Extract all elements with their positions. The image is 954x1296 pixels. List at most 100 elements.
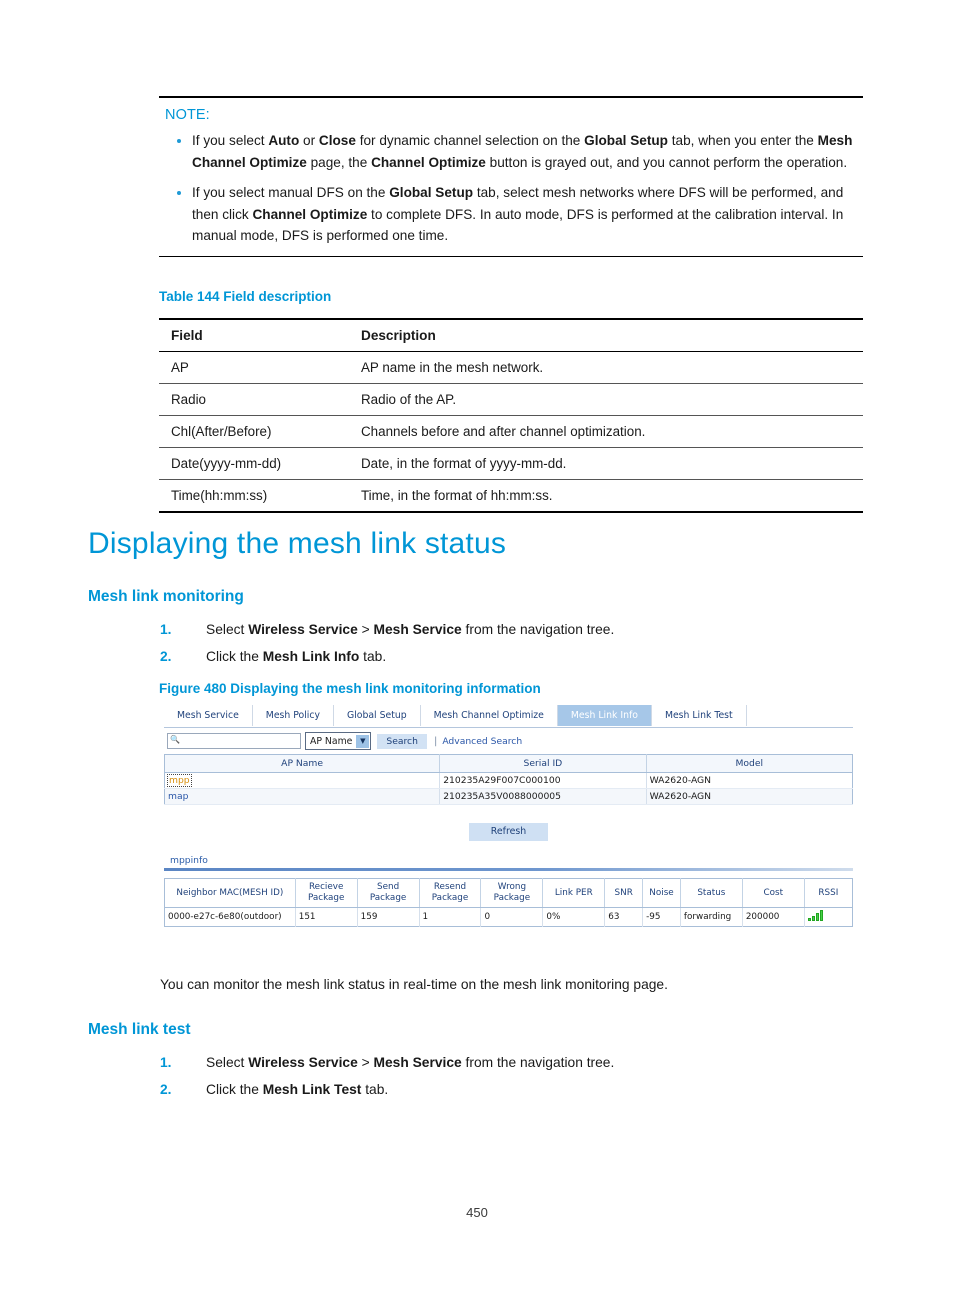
table-caption: Table 144 Field description — [159, 289, 332, 304]
search-input[interactable]: 🔍 — [167, 733, 301, 749]
plain-text: Select — [206, 622, 249, 637]
tab-mesh-channel-optimize[interactable]: Mesh Channel Optimize — [420, 705, 558, 726]
ap-list-table: AP Name Serial ID Model mpp 210235A29F007… — [164, 754, 853, 805]
ap-table-header-row: AP Name Serial ID Model — [164, 754, 853, 773]
cell-link-per: 0% — [542, 907, 606, 927]
table-row: Date(yyyy-mm-dd) Date, in the format of y… — [159, 447, 863, 480]
search-button[interactable]: Search — [377, 733, 427, 749]
cell-field: Time(hh:mm:ss) — [159, 479, 349, 513]
column-header-field: Field — [159, 318, 349, 352]
cell-send-package: 159 — [357, 907, 420, 927]
column-header-resend-package[interactable]: Resend Package — [419, 878, 482, 908]
emphasis-text: Channel Optimize — [371, 154, 486, 170]
table-row: map 210235A35V0088000005 WA2620-AGN — [164, 788, 853, 805]
table-row: Radio Radio of the AP. — [159, 383, 863, 416]
step-item-monitoring-2: 2. Click the Mesh Link Info tab. — [160, 647, 860, 667]
column-header-wrong-package[interactable]: Wrong Package — [480, 878, 544, 908]
column-header-ap-name[interactable]: AP Name — [164, 754, 441, 773]
ap-name-link[interactable]: map — [168, 791, 188, 802]
column-header-snr[interactable]: SNR — [604, 878, 644, 908]
toolbar-separator: | — [433, 735, 438, 747]
cell-ap-name: map — [164, 788, 441, 805]
cell-field: Chl(After/Before) — [159, 415, 349, 448]
search-field-select-value: AP Name — [310, 735, 353, 747]
cell-noise: -95 — [642, 907, 681, 927]
cell-serial-id: 210235A29F007C000100 — [439, 772, 647, 789]
plain-text: Select — [206, 1055, 249, 1070]
tab-global-setup[interactable]: Global Setup — [333, 705, 421, 726]
plain-text: for dynamic channel selection on the — [355, 133, 585, 148]
emphasis-text: Global Setup — [389, 185, 474, 200]
tab-mesh-link-info[interactable]: Mesh Link Info — [557, 705, 652, 726]
plain-text: tab. — [359, 649, 387, 664]
column-header-model[interactable]: Model — [646, 754, 853, 773]
advanced-search-link[interactable]: Advanced Search — [442, 736, 522, 747]
column-header-link-per[interactable]: Link PER — [542, 878, 606, 908]
tab-bar: Mesh Service Mesh Policy Global Setup Mesh … — [164, 705, 853, 728]
cell-description: Radio of the AP. — [349, 383, 863, 416]
mppinfo-section-label: mppinfo — [170, 855, 208, 866]
ap-name-link[interactable]: mpp — [167, 774, 192, 787]
note-list: If you select Auto or Close for dynamic … — [159, 130, 863, 247]
cell-resend-package: 1 — [419, 907, 482, 927]
mesh-link-detail-table: Neighbor MAC(MESH ID) Recieve Package Send… — [164, 878, 853, 927]
plain-text: tab. — [361, 1082, 389, 1097]
cell-serial-id: 210235A35V0088000005 — [439, 788, 647, 805]
plain-text: > — [357, 1055, 374, 1070]
column-header-cost[interactable]: Cost — [742, 878, 805, 908]
tab-mesh-policy[interactable]: Mesh Policy — [252, 705, 334, 726]
plain-text: from the navigation tree. — [461, 1055, 615, 1070]
cell-description: AP name in the mesh network. — [349, 351, 863, 384]
body-paragraph: You can monitor the mesh link status in … — [160, 977, 668, 992]
column-header-recieve-package[interactable]: Recieve Package — [295, 878, 358, 908]
step-item-monitoring-1: 1. Select Wireless Service > Mesh Service… — [160, 620, 860, 640]
cell-rssi — [804, 908, 852, 927]
column-header-serial-id[interactable]: Serial ID — [439, 754, 647, 773]
emphasis-text: Wireless Service — [248, 622, 358, 637]
column-header-noise[interactable]: Noise — [642, 878, 681, 908]
cell-description: Channels before and after channel optimi… — [349, 415, 863, 448]
tab-mesh-link-test[interactable]: Mesh Link Test — [651, 705, 747, 726]
cell-ap-name: mpp — [164, 772, 441, 789]
section-heading-mesh-link-test: Mesh link test — [88, 1021, 191, 1038]
table-header-row: Field Description — [159, 318, 863, 352]
plain-text: Click the — [206, 1082, 263, 1097]
column-header-send-package[interactable]: Send Package — [357, 878, 420, 908]
document-page: NOTE: If you select Auto or Close for dy… — [0, 0, 954, 1296]
note-block: NOTE: If you select Auto or Close for dy… — [159, 96, 863, 257]
tab-mesh-service[interactable]: Mesh Service — [164, 705, 253, 726]
plain-text: or — [299, 133, 319, 148]
search-field-select[interactable]: AP Name ▼ — [305, 732, 372, 750]
page-title: Displaying the mesh link status — [88, 527, 507, 560]
plain-text: tab, when you enter the — [668, 133, 818, 148]
step-item-test-2: 2. Click the Mesh Link Test tab. — [160, 1080, 860, 1100]
steps-list-test: 1. Select Wireless Service > Mesh Service… — [160, 1053, 860, 1107]
emphasis-text: Channel Optimize — [252, 206, 368, 222]
cell-cost: 200000 — [742, 907, 805, 927]
detail-table-header-row: Neighbor MAC(MESH ID) Recieve Package Send… — [164, 878, 853, 908]
cell-model: WA2620-AGN — [646, 788, 853, 805]
plain-text: from the navigation tree. — [461, 622, 615, 637]
emphasis-text: Wireless Service — [248, 1055, 358, 1070]
column-header-description: Description — [349, 318, 863, 352]
table-row: AP AP name in the mesh network. — [159, 351, 863, 384]
signal-bars-icon — [807, 910, 823, 921]
table-row: Time(hh:mm:ss) Time, in the format of hh:… — [159, 479, 863, 513]
table-row: Chl(After/Before) Channels before and aft… — [159, 415, 863, 448]
refresh-button[interactable]: Refresh — [468, 823, 549, 841]
plain-text: page, the — [306, 154, 372, 170]
table-row: 0000-e27c-6e80(outdoor) 151 159 1 0 0% 63 -95 fo… — [164, 907, 853, 927]
emphasis-text: Mesh Service — [373, 1055, 462, 1070]
cell-field: Date(yyyy-mm-dd) — [159, 447, 349, 480]
emphasis-text: Mesh Link Info — [262, 649, 360, 664]
column-header-rssi[interactable]: RSSI — [804, 878, 853, 908]
tab-bar-filler — [746, 705, 853, 726]
cell-status: forwarding — [680, 907, 743, 927]
column-header-neighbor-mac-mesh-id[interactable]: Neighbor MAC(MESH ID) — [164, 878, 296, 908]
step-item-test-1: 1. Select Wireless Service > Mesh Service… — [160, 1053, 860, 1073]
emphasis-text: Global Setup — [584, 133, 668, 148]
note-top-rule — [159, 96, 863, 98]
plain-text: If you select manual DFS on the — [192, 185, 390, 200]
column-header-status[interactable]: Status — [680, 878, 743, 908]
emphasis-text: Auto — [268, 133, 300, 148]
